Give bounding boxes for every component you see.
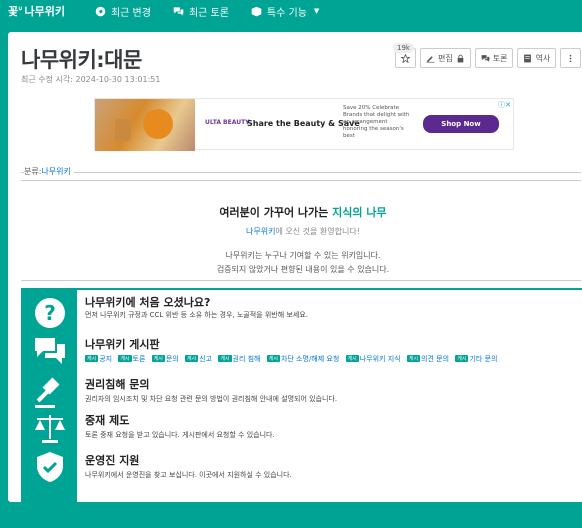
comments-icon	[173, 6, 184, 16]
board-badge: 게시	[85, 355, 99, 362]
history-button-label: 역사	[535, 53, 551, 63]
last-edited: 최근 수정 시각: 2024-10-30 13:01:51	[21, 75, 161, 84]
discussion-button[interactable]: 토론	[474, 48, 514, 68]
logo-prefix: 꽃ᐡ	[8, 5, 23, 18]
board-badge: 게시	[406, 355, 421, 362]
section-staff-support-desc: 나무위키에서 운영진을 찾고 보십니다. 이곳에서 지원하실 수 있습니다.	[85, 471, 292, 479]
board-link-other[interactable]: 게시 기타 문의	[455, 355, 497, 363]
page-title: 나무위키:대문	[21, 48, 142, 72]
board-link-report[interactable]: 게시 신고	[184, 355, 212, 363]
board-link-block-appeal[interactable]: 게시 차단 소명/해제 요청	[266, 355, 339, 363]
history-icon	[524, 54, 532, 62]
board-badge: 게시	[118, 355, 132, 362]
lock-icon	[457, 54, 464, 62]
nav-recent-discussions[interactable]: 최근 토론	[173, 4, 229, 19]
gavel-icon	[33, 376, 67, 410]
discussion-button-label: 토론	[492, 53, 508, 63]
star-icon	[401, 53, 410, 63]
section-board-title: 나무위키 게시판	[85, 338, 160, 351]
section-first-visit-title: 나무위키에 처음 오셨나요?	[85, 296, 211, 309]
board-badge: 게시	[184, 355, 199, 362]
more-icon	[569, 54, 572, 62]
section-first-visit-desc: 먼저 나무위키 규정과 CCL 위반 등 소유 하는 경우, 노골적을 위반해 …	[85, 311, 308, 319]
welcome-body-line1: 나무위키는 누구나 기여할 수 있는 위키입니다.	[225, 251, 381, 260]
board-link-rights[interactable]: 게시 권리 침해	[218, 355, 261, 363]
board-link-opinion[interactable]: 게시 의견 문의	[406, 355, 449, 363]
welcome-subtitle-text: 에 오신 것을 환영합니다!	[275, 227, 360, 236]
nav-special-features-label: 특수 기능	[266, 7, 307, 19]
category-top-border	[21, 172, 581, 173]
ad-shop-now-button[interactable]: Shop Now	[423, 115, 499, 133]
scale-icon	[33, 412, 67, 446]
logo-text: 나무위키	[24, 5, 65, 18]
svg-text:?: ?	[44, 301, 56, 325]
welcome-subtitle: 나무위키에 오신 것을 환영합니다!	[8, 226, 582, 237]
nav-recent-discussions-label: 최근 토론	[188, 7, 229, 19]
comments-icon	[481, 54, 490, 62]
content-sheet: 나무위키:대문 최근 수정 시각: 2024-10-30 13:01:51 편집…	[8, 32, 582, 528]
edit-button[interactable]: 편집	[420, 48, 471, 68]
board-badge: 게시	[151, 355, 165, 362]
board-link-notice[interactable]: 게시 공지	[85, 355, 112, 363]
advertisement-banner[interactable]: ULTA BEAUTY Share the Beauty & Save Save…	[94, 98, 514, 151]
ad-brand: ULTA BEAUTY	[205, 119, 250, 126]
category-link[interactable]: 나무위키	[41, 167, 70, 176]
board-badge: 게시	[218, 355, 232, 362]
site-logo[interactable]: 꽃ᐡ 나무위키	[8, 3, 65, 19]
cube-icon	[251, 6, 262, 16]
ad-close-icon[interactable]: ⓘ✕	[498, 100, 511, 110]
more-button[interactable]	[560, 48, 582, 68]
history-button[interactable]: 역사	[517, 48, 557, 68]
nav-special-features[interactable]: 특수 기능 ▼	[251, 4, 319, 19]
star-count-badge: 19k	[393, 43, 414, 53]
shield-check-icon	[33, 450, 67, 484]
portal-box: ? 나무위키에 처음 오셨나요? 먼저 나무위키 규정과 CCL 위반 등 소유…	[21, 288, 582, 528]
category-bar: 분류:나무위키	[24, 166, 74, 177]
welcome-body: 나무위키는 누구나 기여할 수 있는 위키입니다. 검증되지 않았거나 편향된 …	[8, 249, 582, 277]
welcome-heading: 여러분이 가꾸어 나가는 지식의 나무	[8, 204, 582, 220]
section-staff-support-title: 운영진 지원	[85, 454, 140, 467]
board-badge: 게시	[345, 355, 359, 362]
board-links: 게시 공지 게시 토론 게시 문의 게시 신고 게시 권리 침해 게시 차단 소명/해제 요…	[85, 354, 501, 364]
top-navbar: 꽃ᐡ 나무위키 최근 변경 최근 토론 특수 기능 ▼	[0, 0, 582, 22]
board-link-discussion[interactable]: 게시 토론	[118, 355, 145, 363]
board-link-knowledge[interactable]: 게시 나무위키 지식	[345, 355, 401, 363]
category-bottom-border	[21, 180, 581, 181]
edit-button-label: 편집	[438, 53, 453, 63]
nav-recent-changes-label: 최근 변경	[110, 7, 151, 19]
welcome-body-line2: 검증되지 않았거나 편향된 내용이 있을 수 있습니다.	[216, 265, 390, 274]
nav-recent-changes[interactable]: 최근 변경	[95, 4, 151, 19]
welcome-heading-text: 여러분이 가꾸어 나가는	[219, 206, 333, 219]
welcome-subtitle-link[interactable]: 나무위키	[246, 227, 275, 236]
section-divider	[21, 280, 581, 281]
category-label: 분류:	[24, 167, 42, 176]
compass-icon	[95, 6, 106, 16]
section-mediation-title: 중재 제도	[85, 414, 130, 427]
ad-copy: Save 20% Celebrate Brands that delight w…	[343, 105, 410, 139]
chevron-down-icon: ▼	[313, 7, 320, 15]
welcome-heading-accent[interactable]: 지식의 나무	[332, 206, 386, 219]
ad-product-image	[95, 99, 195, 151]
board-badge: 게시	[266, 355, 280, 362]
question-icon: ?	[33, 296, 67, 330]
section-mediation-desc: 토론 중재 요청을 받고 있습니다. 게시판에서 요청할 수 있습니다.	[85, 431, 275, 439]
section-rights-desc: 권리자의 임시조치 및 차단 요청 관련 문의 방법이 권리침해 안내에 설명되…	[85, 395, 338, 403]
section-rights-title: 권리침해 문의	[85, 378, 150, 391]
chat-bubbles-icon	[33, 334, 67, 368]
welcome-section: 여러분이 가꾸어 나가는 지식의 나무 나무위키에 오신 것을 환영합니다! 나…	[8, 204, 582, 277]
board-badge: 게시	[455, 355, 469, 362]
edit-icon	[426, 55, 435, 63]
board-link-inquiry[interactable]: 게시 문의	[151, 355, 179, 363]
page-actions: 편집 토론 역사	[395, 48, 582, 68]
